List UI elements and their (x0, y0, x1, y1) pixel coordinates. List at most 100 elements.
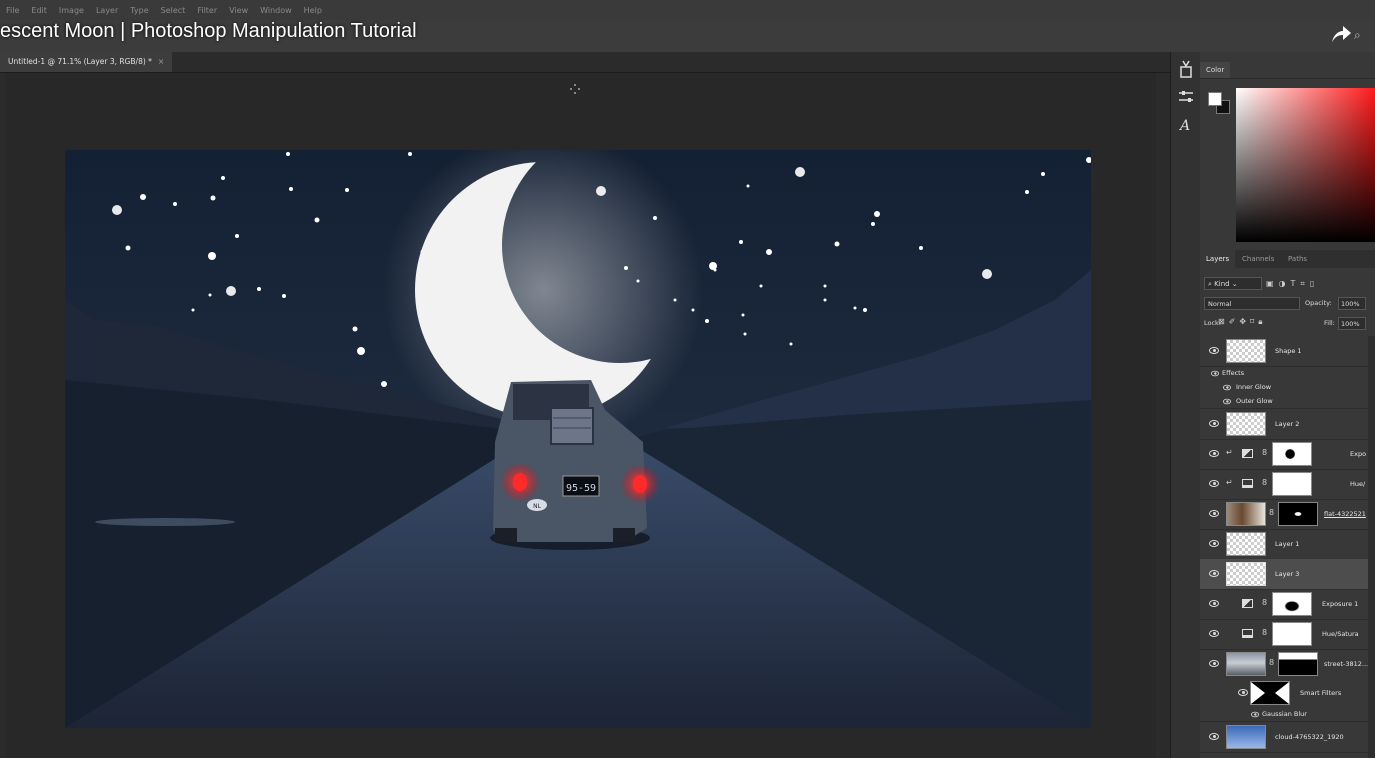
visibility-eye-icon[interactable] (1209, 420, 1219, 427)
filter-row[interactable]: Gaussian Blur (1200, 707, 1368, 722)
menu-image[interactable]: Image (59, 6, 84, 15)
fill-field[interactable]: 100% (1338, 317, 1366, 330)
effect-row[interactable]: Outer Glow (1200, 394, 1368, 409)
menu-view[interactable]: View (229, 6, 248, 15)
menu-bar: File Edit Image Layer Type Select Filter View Wi… (0, 0, 1375, 20)
menu-help[interactable]: Help (304, 6, 322, 15)
layer-row[interactable]: Shape 1 (1200, 336, 1368, 367)
document-tab[interactable]: Untitled-1 @ 71.1% (Layer 3, RGB/8) * × (0, 52, 173, 72)
layer-row-selected[interactable]: Layer 3 (1200, 559, 1368, 590)
effect-name: Outer Glow (1236, 397, 1273, 405)
layer-thumbnail (1226, 562, 1266, 586)
layer-thumbnail (1226, 339, 1266, 363)
layer-row[interactable]: 8 flat-4322521 (1200, 499, 1368, 530)
glyph-icon[interactable]: A (1175, 114, 1197, 136)
layer-mask-thumbnail[interactable] (1278, 502, 1318, 526)
filter-name: Gaussian Blur (1262, 710, 1307, 718)
link-icon: 8 (1262, 628, 1268, 637)
layer-thumbnail (1226, 502, 1266, 526)
visibility-eye-icon[interactable] (1209, 733, 1219, 740)
menu-filter[interactable]: Filter (197, 6, 217, 15)
visibility-eye-icon[interactable] (1209, 630, 1219, 637)
menu-window[interactable]: Window (260, 6, 292, 15)
menu-file[interactable]: File (6, 6, 19, 15)
kind-label: Kind (1214, 280, 1230, 288)
opacity-field[interactable]: 100% (1338, 297, 1366, 310)
visibility-eye-icon[interactable] (1209, 540, 1219, 547)
license-plate: 95-59 (566, 483, 596, 494)
hue-saturation-icon (1242, 629, 1253, 638)
layer-name: cloud-4765322_1920 (1275, 733, 1344, 741)
color-picker-field[interactable] (1236, 88, 1375, 242)
link-icon: 8 (1262, 598, 1268, 607)
visibility-eye-icon[interactable] (1209, 347, 1219, 354)
share-icon[interactable] (1330, 24, 1352, 44)
layers-scrollbar[interactable] (1368, 336, 1375, 758)
svg-text:A: A (1178, 118, 1190, 134)
layer-mask-thumbnail[interactable] (1272, 592, 1312, 616)
tab-layers[interactable]: Layers (1200, 250, 1236, 268)
visibility-eye-icon[interactable] (1251, 711, 1259, 718)
document-canvas[interactable]: 95-59 NL (65, 150, 1091, 728)
layer-thumbnail (1226, 532, 1266, 556)
layer-name: flat-4322521 (1324, 510, 1366, 518)
photoshop-window: File Edit Image Layer Type Select Filter View Wi… (0, 0, 1375, 758)
layer-row[interactable]: ↵ 8 Expo (1200, 439, 1368, 470)
layer-mask-thumbnail[interactable] (1272, 472, 1312, 496)
country-badge: NL (533, 503, 541, 510)
visibility-eye-icon[interactable] (1223, 398, 1231, 405)
kind-filter-select[interactable]: ⌕ Kind ⌄ (1204, 277, 1262, 290)
layer-row[interactable]: Layer 2 (1200, 409, 1368, 440)
effects-row[interactable]: Effects (1200, 366, 1368, 380)
effects-label: Effects (1222, 369, 1245, 377)
clip-arrow-icon: ↵ (1226, 478, 1233, 487)
smart-filters-label: Smart Filters (1300, 689, 1342, 697)
visibility-eye-icon[interactable] (1209, 450, 1219, 457)
layer-mask-thumbnail[interactable] (1278, 652, 1318, 676)
exposure-adjustment-icon (1242, 599, 1253, 608)
gradient-tool-icon[interactable] (1175, 58, 1197, 80)
visibility-eye-icon[interactable] (1223, 384, 1231, 391)
layer-row[interactable]: 8 Exposure 1 (1200, 589, 1368, 620)
layer-row[interactable]: cloud-4765322_1920 (1200, 722, 1368, 753)
menu-select[interactable]: Select (161, 6, 186, 15)
blend-row: Normal Opacity: 100% (1200, 296, 1375, 312)
layer-mask-thumbnail[interactable] (1272, 622, 1312, 646)
visibility-eye-icon[interactable] (1238, 689, 1248, 696)
layer-row[interactable]: Layer 1 (1200, 529, 1368, 560)
layer-mask-thumbnail[interactable] (1272, 442, 1312, 466)
lock-icons[interactable]: ⊠✐✥⌑🔒︎ (1218, 317, 1266, 327)
visibility-eye-icon[interactable] (1209, 600, 1219, 607)
tab-channels[interactable]: Channels (1236, 250, 1280, 268)
blend-mode-select[interactable]: Normal (1204, 297, 1300, 310)
bowtie-mask-shape (1251, 682, 1289, 704)
filter-type-icons[interactable]: ▣◑T⌗▯ (1266, 276, 1319, 292)
effect-row[interactable]: Inner Glow (1200, 380, 1368, 394)
effect-name: Inner Glow (1236, 383, 1272, 391)
menu-type[interactable]: Type (130, 6, 148, 15)
smart-filters-row[interactable]: Smart Filters (1200, 679, 1368, 707)
layer-row[interactable]: ↵ 8 Hue/ (1200, 469, 1368, 500)
smart-filter-mask[interactable] (1250, 681, 1290, 705)
tab-paths[interactable]: Paths (1282, 250, 1313, 268)
video-title: escent Moon | Photoshop Manipulation Tut… (0, 20, 417, 42)
layer-filter-row: ⌕ Kind ⌄ ▣◑T⌗▯ (1200, 276, 1375, 292)
menu-edit[interactable]: Edit (31, 6, 47, 15)
visibility-eye-icon[interactable] (1209, 660, 1219, 667)
foreground-swatch[interactable] (1208, 92, 1222, 106)
close-icon[interactable]: × (158, 57, 164, 66)
visibility-eye-icon[interactable] (1209, 510, 1219, 517)
search-icon[interactable]: ⌕ (1354, 28, 1361, 43)
layer-row[interactable]: 8 street-3812... (1200, 649, 1368, 679)
visibility-eye-icon[interactable] (1209, 570, 1219, 577)
visibility-eye-icon[interactable] (1209, 480, 1219, 487)
menu-layer[interactable]: Layer (96, 6, 118, 15)
tab-color[interactable]: Color (1200, 62, 1230, 78)
link-icon: 8 (1269, 658, 1275, 667)
adjust-sliders-icon[interactable] (1175, 86, 1197, 108)
visibility-eye-icon[interactable] (1211, 370, 1219, 377)
color-swatches[interactable] (1206, 90, 1230, 114)
hue-saturation-icon (1242, 479, 1253, 488)
layer-row[interactable]: 8 Hue/Satura (1200, 619, 1368, 650)
link-icon: 8 (1269, 508, 1275, 517)
